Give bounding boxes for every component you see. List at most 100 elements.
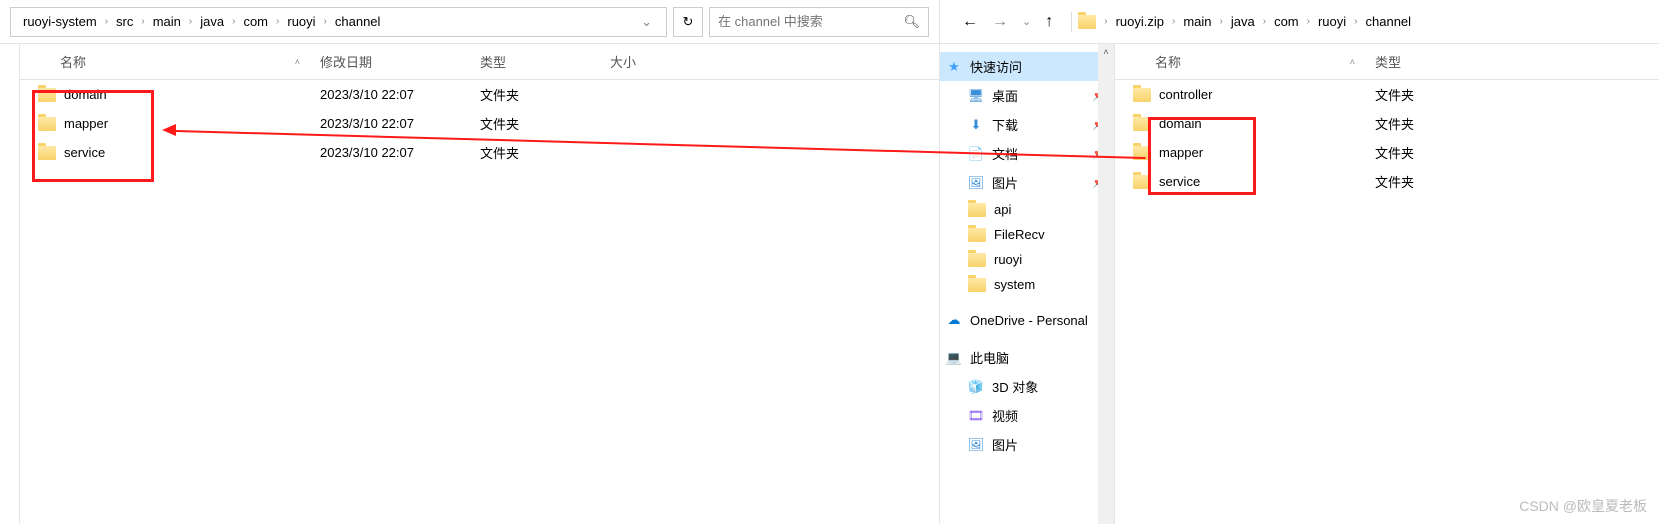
breadcrumb-item[interactable]: src — [112, 12, 137, 31]
col-type-header[interactable]: 类型 — [480, 52, 610, 71]
search-icon[interactable]: 🔍︎ — [903, 14, 920, 30]
breadcrumb-item[interactable]: ruoyi — [1314, 12, 1350, 31]
folder-icon — [38, 146, 56, 160]
list-item[interactable]: mapper 文件夹 — [1115, 138, 1659, 167]
breadcrumb-item[interactable]: ruoyi.zip — [1112, 12, 1168, 31]
search-input[interactable] — [718, 14, 903, 29]
right-breadcrumb[interactable]: › ruoyi.zip › main › java › com › ruoyi › cha… — [1078, 7, 1649, 37]
sidebar-item-folder[interactable]: api — [940, 197, 1114, 222]
left-filelist: 名称˄ 修改日期 类型 大小 domain 2023/3/10 22:07 文件… — [20, 44, 939, 524]
sidebar-item-documents[interactable]: 📄文档📌 — [940, 139, 1114, 168]
pc-icon: 💻 — [946, 350, 962, 366]
col-type-header[interactable]: 类型 — [1375, 52, 1505, 71]
col-name-header[interactable]: 名称˄ — [1115, 52, 1375, 71]
list-item[interactable]: service 文件夹 — [1115, 167, 1659, 196]
folder-icon — [968, 278, 986, 292]
left-search-box[interactable]: 🔍︎ — [709, 7, 929, 37]
forward-button[interactable]: → — [992, 13, 1008, 31]
right-filelist: 名称˄ 类型 controller 文件夹 domain 文件夹 mapper … — [1115, 44, 1659, 524]
sidebar-item-3d[interactable]: 🧊3D 对象 — [940, 372, 1114, 401]
file-name: domain — [1159, 116, 1202, 131]
sidebar-item-videos[interactable]: 🎞视频 — [940, 401, 1114, 430]
list-item[interactable]: service 2023/3/10 22:07 文件夹 — [20, 138, 939, 167]
up-button[interactable]: ↑ — [1045, 13, 1053, 31]
history-dropdown[interactable]: ⌄ — [1022, 15, 1031, 28]
list-item[interactable]: domain 2023/3/10 22:07 文件夹 — [20, 80, 939, 109]
folder-icon — [968, 203, 986, 217]
sidebar-label: 桌面 — [992, 86, 1018, 105]
file-name: domain — [64, 87, 107, 102]
sidebar-item-folder[interactable]: system — [940, 272, 1114, 297]
breadcrumb-item[interactable]: java — [196, 12, 228, 31]
sort-indicator-icon: ˄ — [295, 57, 300, 67]
breadcrumb-item[interactable]: ruoyi — [283, 12, 319, 31]
breadcrumb-item[interactable]: main — [1179, 12, 1215, 31]
sidebar-label: OneDrive - Personal — [970, 313, 1088, 328]
folder-icon — [1133, 88, 1151, 102]
sidebar-label: 视频 — [992, 406, 1018, 425]
breadcrumb-item[interactable]: java — [1227, 12, 1259, 31]
back-button[interactable]: ← — [962, 13, 978, 31]
sidebar-item-folder[interactable]: FileRecv — [940, 222, 1114, 247]
sidebar-label: 快速访问 — [970, 57, 1022, 76]
sidebar-item-pictures2[interactable]: 🖼 图片 — [940, 430, 1114, 459]
breadcrumb-item[interactable]: channel — [1362, 12, 1416, 31]
watermark: CSDN @欧皇夏老板 — [1519, 496, 1647, 516]
sort-indicator-icon: ˄ — [1350, 57, 1355, 67]
sidebar-label: 此电脑 — [970, 348, 1009, 367]
chevron-right-icon: › — [1263, 16, 1266, 27]
left-toolbar: ruoyi-system› src› main› java› com› ruoy… — [0, 0, 939, 44]
file-name: service — [1159, 174, 1200, 189]
sidebar-item-pictures[interactable]: 🖼图片📌 — [940, 168, 1114, 197]
sidebar-label: FileRecv — [994, 227, 1045, 242]
left-tree-collapsed[interactable] — [0, 44, 20, 524]
file-type: 文件夹 — [480, 143, 610, 162]
scroll-up-icon[interactable]: ˄ — [1098, 44, 1114, 60]
download-icon: ⬇ — [968, 117, 984, 133]
col-date-header[interactable]: 修改日期 — [320, 52, 480, 71]
sidebar-label: system — [994, 277, 1035, 292]
sidebar-item-downloads[interactable]: ⬇下载📌 — [940, 110, 1114, 139]
refresh-button[interactable]: ↻ — [673, 7, 703, 37]
list-item[interactable]: domain 文件夹 — [1115, 109, 1659, 138]
folder-icon — [1133, 175, 1151, 189]
sidebar-item-folder[interactable]: ruoyi — [940, 247, 1114, 272]
file-date: 2023/3/10 22:07 — [320, 145, 480, 160]
chevron-right-icon: › — [1307, 16, 1310, 27]
chevron-right-icon: › — [1220, 16, 1223, 27]
chevron-right-icon: › — [1104, 16, 1107, 27]
chevron-down-icon[interactable]: ⌄ — [635, 14, 658, 30]
file-name: mapper — [64, 116, 108, 131]
picture-icon: 🖼 — [968, 175, 984, 191]
file-name: service — [64, 145, 105, 160]
col-name-header[interactable]: 名称˄ — [20, 52, 320, 71]
sidebar-item-desktop[interactable]: 🖥桌面📌 — [940, 81, 1114, 110]
breadcrumb-item[interactable]: ruoyi-system — [19, 12, 101, 31]
sidebar-onedrive[interactable]: ☁OneDrive - Personal — [940, 307, 1114, 333]
col-size-header[interactable]: 大小 — [610, 52, 710, 71]
sidebar-label: 图片 — [992, 435, 1018, 454]
sidebar-quick-access[interactable]: ★ 快速访问 — [940, 52, 1114, 81]
picture-icon: 🖼 — [968, 437, 984, 453]
list-item[interactable]: mapper 2023/3/10 22:07 文件夹 — [20, 109, 939, 138]
file-type: 文件夹 — [480, 114, 610, 133]
folder-icon — [1133, 146, 1151, 160]
scrollbar[interactable]: ˄ — [1098, 44, 1114, 524]
folder-icon — [968, 228, 986, 242]
breadcrumb-item[interactable]: com — [1270, 12, 1303, 31]
chevron-right-icon: › — [1354, 16, 1357, 27]
sidebar-this-pc[interactable]: 💻 此电脑 — [940, 343, 1114, 372]
chevron-right-icon: › — [324, 16, 327, 27]
chevron-right-icon: › — [276, 16, 279, 27]
breadcrumb-item[interactable]: main — [149, 12, 185, 31]
star-icon: ★ — [946, 59, 962, 75]
chevron-right-icon: › — [1172, 16, 1175, 27]
breadcrumb-item[interactable]: com — [239, 12, 272, 31]
left-breadcrumb[interactable]: ruoyi-system› src› main› java› com› ruoy… — [10, 7, 667, 37]
chevron-right-icon: › — [141, 16, 144, 27]
chevron-right-icon: › — [189, 16, 192, 27]
list-item[interactable]: controller 文件夹 — [1115, 80, 1659, 109]
column-headers: 名称˄ 类型 — [1115, 44, 1659, 80]
file-type: 文件夹 — [1375, 114, 1505, 133]
breadcrumb-item[interactable]: channel — [331, 12, 385, 31]
